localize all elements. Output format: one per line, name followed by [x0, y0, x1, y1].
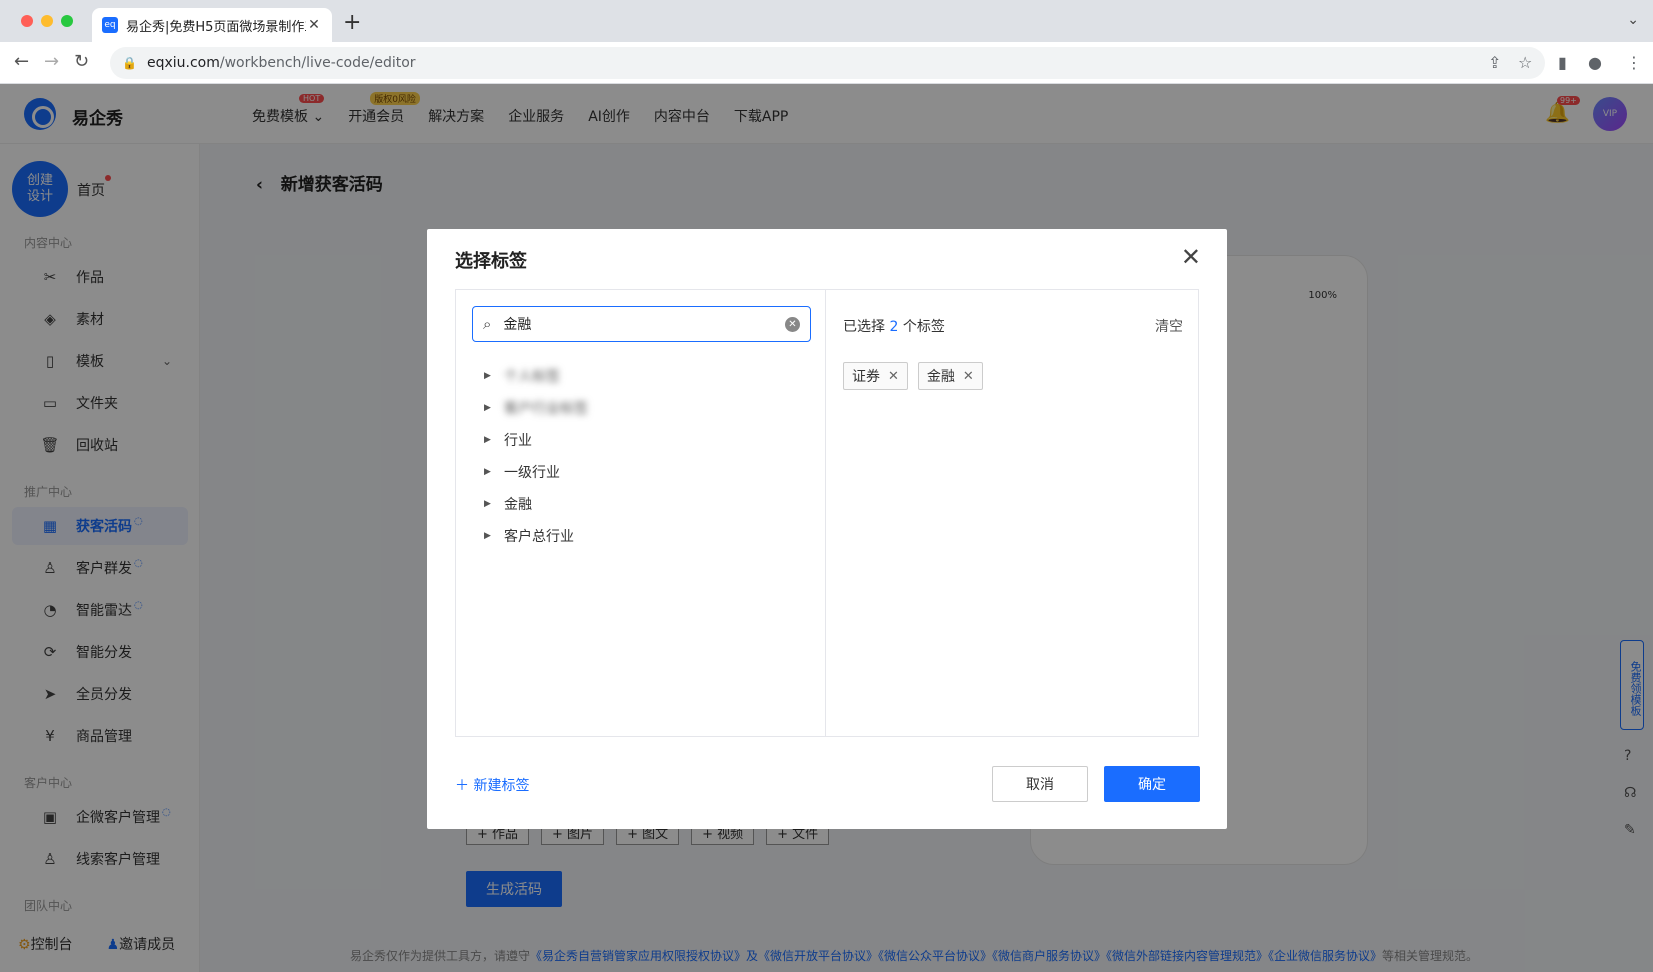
url-field[interactable]: 🔒 eqxiu.com/workbench/live-code/editor	[110, 47, 1545, 79]
close-icon[interactable]: ✕	[1181, 243, 1201, 271]
reload-icon[interactable]: ↻	[74, 51, 89, 72]
tree-node[interactable]: ▶ 客户总行业	[484, 520, 588, 552]
caret-right-icon[interactable]: ▶	[484, 435, 504, 445]
remove-tag-icon[interactable]: ✕	[963, 369, 974, 384]
close-window-button[interactable]	[21, 15, 33, 27]
favicon-icon: eq	[102, 17, 118, 33]
browser-menu-icon[interactable]: ⋮	[1626, 53, 1642, 72]
address-bar: ← → ↻ 🔒 eqxiu.com/workbench/live-code/ed…	[0, 42, 1653, 84]
plus-icon: ＋	[455, 778, 469, 794]
cancel-button[interactable]: 取消	[992, 766, 1088, 802]
tag-chip: 证券 ✕	[843, 362, 908, 390]
tag-search-box: ⌕ ✕	[472, 306, 811, 342]
tab-search-chevron-icon[interactable]: ⌄	[1627, 12, 1639, 28]
browser-tab[interactable]: eq 易企秀|免费H5页面微场景制作工具 ✕	[92, 8, 332, 42]
select-tags-modal: 选择标签 ✕ ⌕ ✕ ▶个人标签 ▶客户行业标签 ▶行业 ▶一级行业 ▶金融 ▶…	[427, 229, 1227, 829]
caret-right-icon[interactable]: ▶	[484, 371, 504, 381]
caret-right-icon[interactable]: ▶	[484, 499, 504, 509]
back-icon[interactable]: ←	[14, 51, 29, 72]
forward-icon[interactable]: →	[44, 51, 59, 72]
selected-tags-pane: 已选择 2 个标签 清空 证券 ✕ 金融 ✕	[827, 290, 1199, 736]
minimize-window-button[interactable]	[41, 15, 53, 27]
share-icon[interactable]: ⇪	[1488, 53, 1501, 72]
tree-node[interactable]: ▶ 行业	[484, 424, 588, 456]
tag-selector: ⌕ ✕ ▶个人标签 ▶客户行业标签 ▶行业 ▶一级行业 ▶金融 ▶客户总行业 已…	[455, 289, 1199, 737]
maximize-window-button[interactable]	[61, 15, 73, 27]
url-host: eqxiu.com	[146, 55, 220, 71]
tag-chip: 金融 ✕	[917, 362, 983, 390]
caret-right-icon[interactable]: ▶	[484, 531, 504, 541]
clear-all-button[interactable]: 清空	[1155, 316, 1183, 336]
search-icon: ⌕	[483, 315, 492, 333]
tree-node[interactable]: ▶ 金融	[484, 488, 588, 520]
new-tag-button[interactable]: ＋ 新建标签	[455, 775, 529, 795]
bookmark-star-icon[interactable]: ☆	[1518, 53, 1532, 72]
tree-node[interactable]: ▶ 客户行业标签	[484, 392, 588, 424]
selected-count-text: 已选择 2 个标签	[843, 319, 945, 335]
tree-node[interactable]: ▶ 个人标签	[484, 360, 588, 392]
modal-title: 选择标签	[455, 251, 527, 272]
clear-search-icon[interactable]: ✕	[785, 316, 800, 332]
sidepanel-icon[interactable]: ▮	[1558, 53, 1567, 72]
caret-right-icon[interactable]: ▶	[484, 403, 504, 413]
tag-search-input[interactable]	[501, 315, 785, 333]
lock-icon: 🔒	[122, 56, 137, 70]
caret-right-icon[interactable]: ▶	[484, 467, 504, 477]
close-tab-icon[interactable]: ✕	[306, 17, 322, 33]
tree-node[interactable]: ▶ 一级行业	[484, 456, 588, 488]
remove-tag-icon[interactable]: ✕	[888, 369, 899, 384]
selected-chips: 证券 ✕ 金融 ✕	[843, 362, 983, 390]
browser-tabbar: eq 易企秀|免费H5页面微场景制作工具 ✕ + ⌄	[0, 0, 1653, 42]
tag-tree: ▶ 个人标签 ▶ 客户行业标签 ▶ 行业 ▶ 一级行业 ▶ 金融 ▶ 客户总行业	[484, 360, 588, 552]
new-tab-icon[interactable]: +	[343, 10, 361, 35]
tab-title: 易企秀|免费H5页面微场景制作工具	[126, 19, 306, 35]
tag-tree-pane: ⌕ ✕ ▶个人标签 ▶客户行业标签 ▶行业 ▶一级行业 ▶金融 ▶客户总行业	[456, 290, 826, 736]
confirm-button[interactable]: 确定	[1104, 766, 1200, 802]
url-path: /workbench/live-code/editor	[219, 55, 416, 71]
profile-icon[interactable]: ●	[1588, 53, 1602, 72]
